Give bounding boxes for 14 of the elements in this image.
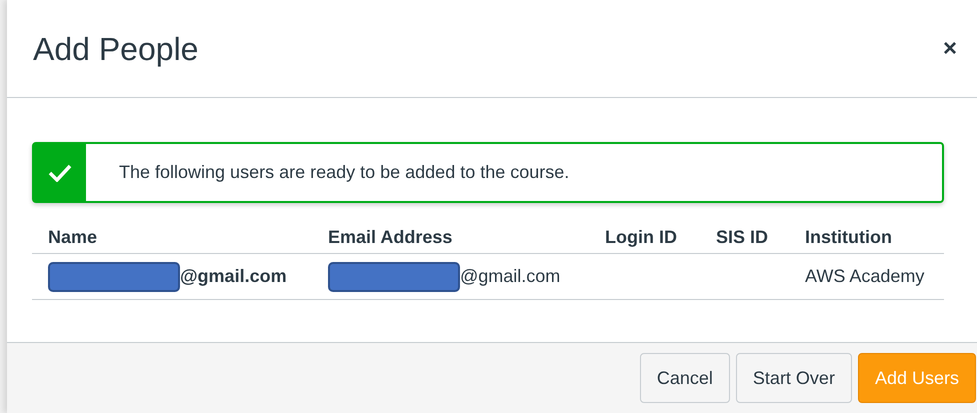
column-header: Email Address: [328, 226, 452, 246]
dialog-button[interactable]: Start Over: [736, 353, 852, 403]
dialog-button[interactable]: Cancel: [640, 353, 730, 403]
close-button[interactable]: ×: [942, 30, 957, 66]
column-header: Login ID: [605, 226, 677, 246]
column-header: Institution: [805, 226, 892, 246]
table-cell-text: @gmail.com: [460, 265, 560, 288]
alert-message: The following users are ready to be added to the course.: [119, 161, 570, 184]
column-header: SIS ID: [716, 226, 768, 246]
table-cell: AWS Academy: [805, 266, 924, 286]
column-header: Name: [48, 226, 98, 246]
checkmark-icon: [48, 164, 72, 182]
table-cell-text: @gmail.com: [180, 265, 287, 288]
dialog-title: Add People: [33, 30, 198, 69]
